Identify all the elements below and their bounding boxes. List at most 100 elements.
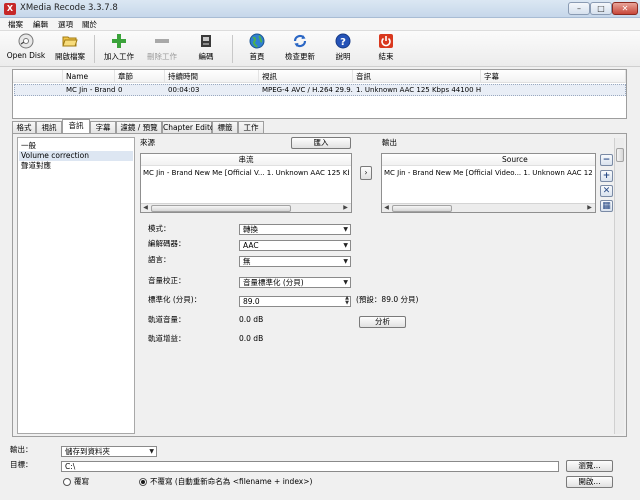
title-bar[interactable]: X XMedia Recode 3.3.7.8 – □ ✕ [0, 0, 640, 18]
window-title: XMedia Recode 3.3.7.8 [20, 3, 118, 13]
volume-correction-select[interactable]: 音量標準化 (分貝) ▼ [239, 277, 351, 288]
column-header-subtitle[interactable]: 字幕 [481, 70, 626, 83]
tab-jobs[interactable]: 工作 [238, 121, 264, 133]
scroll-thumb[interactable] [392, 205, 452, 212]
track-gain-label: 軌道增益： [148, 334, 186, 343]
target-path-input[interactable]: C:\ [61, 461, 559, 472]
remove-job-button[interactable]: 刪除工作 [142, 33, 182, 65]
tab-filter-preview[interactable]: 濾鏡 / 預覽 [116, 121, 162, 133]
remove-stream-button[interactable]: − [600, 154, 613, 166]
close-icon: ✕ [602, 186, 611, 196]
column-header-video[interactable]: 視訊 [259, 70, 353, 83]
minus-icon: − [602, 155, 611, 165]
no-overwrite-radio[interactable]: 不覆寫 (自動重新命名為 <filename + index>) [139, 477, 312, 487]
tab-strip: 格式 視訊 音訊 字幕 濾鏡 / 預覽 Chapter Editor 標籤 工作 [12, 119, 627, 133]
add-job-button[interactable]: 加入工作 [99, 33, 139, 65]
tab-chapter-editor[interactable]: Chapter Editor [162, 121, 218, 133]
overwrite-radio[interactable]: 覆寫 [63, 477, 89, 487]
exit-button[interactable]: 結束 [366, 33, 406, 65]
list-item-general[interactable]: 一般 [21, 141, 36, 151]
mode-select[interactable]: 轉換 ▼ [239, 224, 351, 235]
file-list[interactable]: Name 章節 持續時間 視訊 音訊 字幕 MC Jin - Brand ...… [12, 69, 627, 119]
minimize-button[interactable]: – [568, 2, 590, 15]
output-mode-select[interactable]: 儲存到資料夾 ▼ [61, 446, 157, 457]
check-update-button[interactable]: 檢查更新 [280, 33, 320, 65]
list-item-channel-mapping[interactable]: 聲道對應 [21, 161, 51, 171]
menu-about[interactable]: 關於 [82, 19, 97, 30]
toolbar: Open Disk 開啟檔案 加入工作 刪除工作 編碼 首頁 檢查更新 ? 說明… [0, 31, 640, 67]
open-folder-button[interactable]: 開啟... [566, 476, 613, 488]
source-column-header[interactable]: 串流 [141, 154, 351, 166]
cell-video: MPEG-4 AVC / H.264 29.9... [262, 86, 353, 94]
dropdown-arrow-icon: ▼ [149, 448, 154, 455]
import-button[interactable]: 匯入 [291, 137, 351, 149]
refresh-icon [293, 34, 307, 48]
menu-options[interactable]: 選項 [58, 19, 73, 30]
codec-select[interactable]: AAC ▼ [239, 240, 351, 251]
scroll-left-icon[interactable]: ◀ [382, 204, 391, 212]
close-window-button[interactable]: ✕ [612, 2, 638, 15]
dropdown-arrow-icon: ▼ [343, 226, 348, 233]
scroll-right-icon[interactable]: ▶ [585, 204, 594, 212]
delete-stream-button[interactable]: ✕ [600, 185, 613, 197]
panel-vertical-scrollbar[interactable] [614, 138, 624, 434]
output-column-header[interactable]: Source [382, 154, 595, 166]
column-header-name[interactable]: Name [63, 70, 115, 83]
analyze-button[interactable]: 分析 [359, 316, 406, 328]
disc-icon [18, 33, 34, 49]
plus-icon [112, 34, 126, 48]
track-volume-value: 0.0 dB [239, 315, 264, 324]
source-horizontal-scrollbar[interactable]: ◀ ▶ [141, 203, 351, 212]
encode-button[interactable]: 編碼 [186, 33, 226, 65]
output-horizontal-scrollbar[interactable]: ◀ ▶ [382, 203, 595, 212]
tab-video[interactable]: 視訊 [36, 121, 62, 133]
stream-grid-button[interactable]: ▦ [600, 200, 613, 212]
minus-icon [155, 39, 169, 43]
normalize-input[interactable]: 89.0 ▲ ▼ [239, 296, 351, 307]
tab-tags[interactable]: 標籤 [212, 121, 238, 133]
column-header-duration[interactable]: 持續時間 [165, 70, 259, 83]
maximize-button[interactable]: □ [590, 2, 612, 15]
scroll-thumb[interactable] [151, 205, 291, 212]
column-header-chapters[interactable]: 章節 [115, 70, 165, 83]
menu-file[interactable]: 檔案 [8, 19, 23, 30]
open-file-button[interactable]: 開啟檔案 [50, 33, 90, 65]
radio-icon [63, 478, 71, 486]
menu-edit[interactable]: 編輯 [33, 19, 48, 30]
volume-correction-label: 音量校正： [148, 276, 186, 285]
scroll-right-icon[interactable]: ▶ [341, 204, 350, 212]
open-disk-button[interactable]: Open Disk [6, 33, 46, 65]
list-item[interactable]: MC Jin - Brand New Me [Official V... 1. … [143, 168, 349, 179]
source-title: 來源 [140, 138, 155, 147]
folder-open-icon [62, 36, 78, 47]
source-stream-list[interactable]: 串流 MC Jin - Brand New Me [Official V... … [140, 153, 352, 213]
scroll-thumb[interactable] [616, 148, 624, 162]
column-header-audio[interactable]: 音訊 [353, 70, 481, 83]
mode-label: 模式： [148, 224, 171, 233]
homepage-button[interactable]: 首頁 [237, 33, 277, 65]
list-item-volume-correction[interactable]: Volume correction [19, 151, 133, 161]
audio-panel: 一般 Volume correction 聲道對應 來源 匯入 串流 MC Ji… [12, 133, 627, 437]
cell-duration: 00:04:03 [168, 86, 200, 94]
browse-button[interactable]: 瀏覽... [566, 460, 613, 472]
transfer-stream-button[interactable]: › [360, 166, 372, 180]
help-button[interactable]: ? 說明 [323, 33, 363, 65]
list-item[interactable]: MC Jin - Brand New Me [Official Video...… [384, 168, 593, 179]
spin-arrows-icon[interactable]: ▲ ▼ [345, 296, 349, 306]
add-stream-button[interactable]: + [600, 170, 613, 182]
normalize-label: 標準化 (分貝)： [148, 295, 202, 304]
track-gain-value: 0.0 dB [239, 334, 264, 343]
tab-format[interactable]: 格式 [12, 121, 36, 133]
language-select[interactable]: 無 ▼ [239, 256, 351, 267]
tab-audio[interactable]: 音訊 [62, 119, 90, 133]
tab-subtitle[interactable]: 字幕 [90, 121, 116, 133]
scroll-left-icon[interactable]: ◀ [141, 204, 150, 212]
audio-settings-list[interactable]: 一般 Volume correction 聲道對應 [17, 137, 135, 434]
language-label: 語言： [148, 255, 171, 264]
track-volume-label: 軌道音量： [148, 315, 186, 324]
toolbar-separator [94, 35, 95, 63]
app-icon: X [4, 3, 16, 15]
output-stream-list[interactable]: Source MC Jin - Brand New Me [Official V… [381, 153, 596, 213]
output-title: 輸出 [382, 138, 397, 147]
globe-icon [249, 33, 265, 49]
